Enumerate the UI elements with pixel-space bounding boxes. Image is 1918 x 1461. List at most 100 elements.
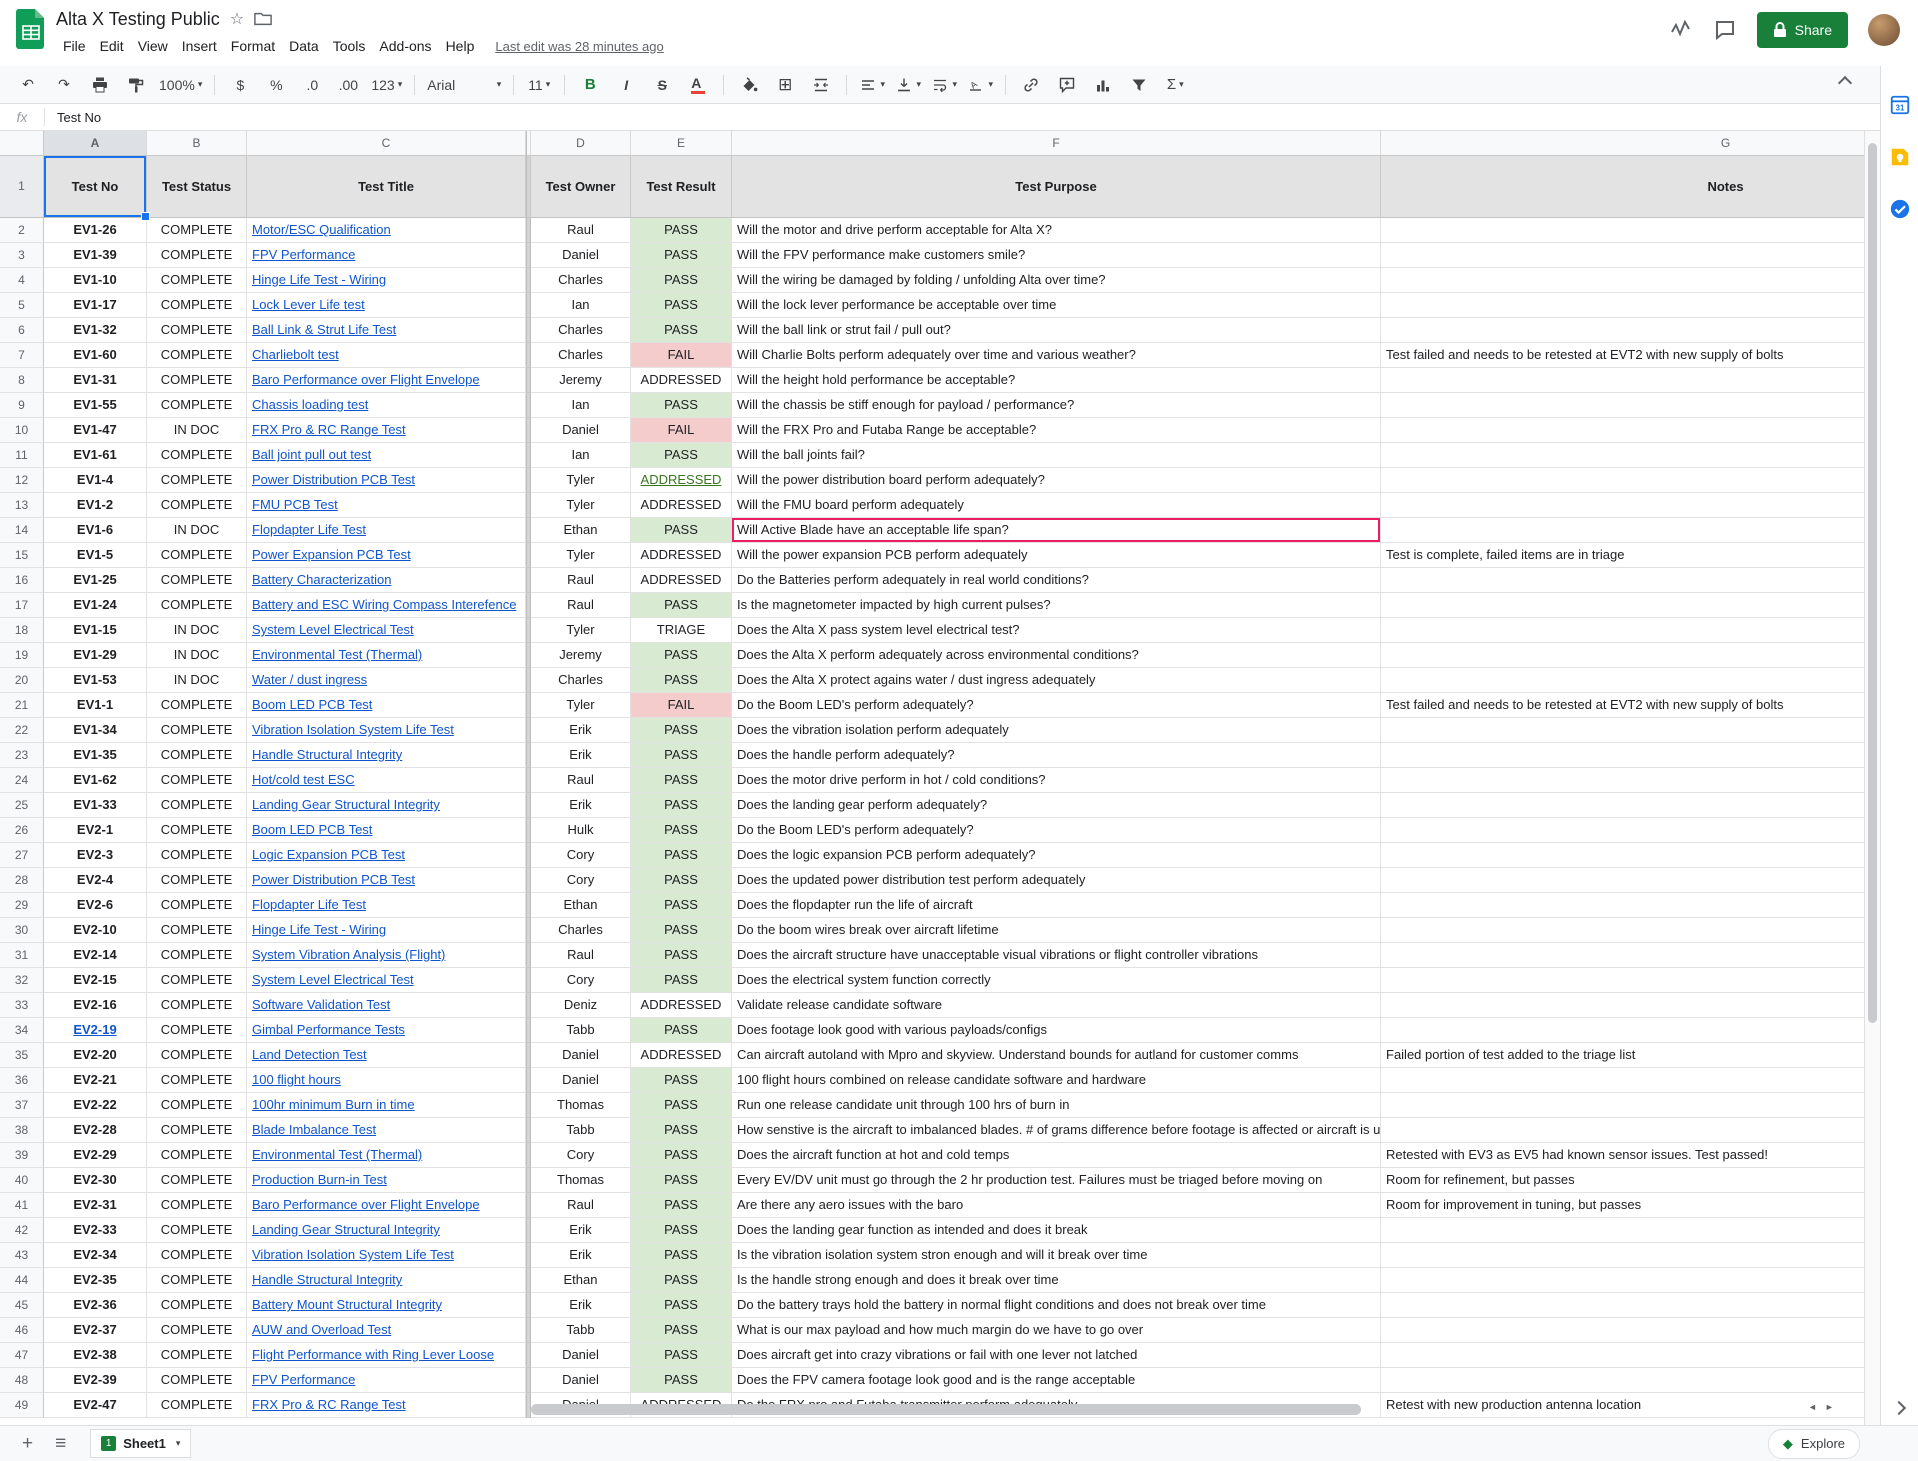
cell-test-result[interactable]: PASS <box>631 818 732 843</box>
cell-test-result[interactable]: PASS <box>631 1143 732 1168</box>
cell-test-owner[interactable]: Tyler <box>531 493 631 518</box>
cell-test-title[interactable]: Logic Expansion PCB Test <box>247 843 526 868</box>
test-title-link[interactable]: Handle Structural Integrity <box>252 1272 402 1287</box>
menu-data[interactable]: Data <box>282 35 326 57</box>
cell-test-owner[interactable]: Daniel <box>531 1068 631 1093</box>
test-title-link[interactable]: Motor/ESC Qualification <box>252 222 391 237</box>
cell-test-result[interactable]: PASS <box>631 1193 732 1218</box>
row-number[interactable]: 23 <box>0 743 44 768</box>
col-header-e[interactable]: E <box>631 131 732 156</box>
cell-test-status[interactable]: COMPLETE <box>147 368 247 393</box>
test-title-link[interactable]: 100hr minimum Burn in time <box>252 1097 415 1112</box>
menu-insert[interactable]: Insert <box>175 35 224 57</box>
sheets-logo-icon[interactable] <box>16 9 46 54</box>
cell-test-title[interactable]: Water / dust ingress <box>247 668 526 693</box>
insert-chart-button[interactable] <box>1086 72 1120 98</box>
borders-button[interactable]: ⊞ <box>768 72 802 98</box>
cell-test-result[interactable]: PASS <box>631 268 732 293</box>
cell-notes[interactable]: Retested with EV3 as EV5 had known senso… <box>1381 1143 1864 1168</box>
cell-test-title[interactable]: Landing Gear Structural Integrity <box>247 793 526 818</box>
cell-test-result[interactable]: PASS <box>631 243 732 268</box>
cell-test-result[interactable]: PASS <box>631 1293 732 1318</box>
test-title-link[interactable]: Charliebolt test <box>252 347 339 362</box>
cell-test-status[interactable]: COMPLETE <box>147 1168 247 1193</box>
test-title-link[interactable]: FRX Pro & RC Range Test <box>252 1397 406 1412</box>
test-title-link[interactable]: Boom LED PCB Test <box>252 822 372 837</box>
cell-test-status[interactable]: COMPLETE <box>147 243 247 268</box>
cell-test-title[interactable]: Chassis loading test <box>247 393 526 418</box>
cell-test-owner[interactable]: Tyler <box>531 693 631 718</box>
cell-notes[interactable] <box>1381 468 1864 493</box>
horizontal-scrollbar-thumb[interactable] <box>531 1404 1361 1415</box>
cell-test-title[interactable]: Baro Performance over Flight Envelope <box>247 368 526 393</box>
row-number[interactable]: 38 <box>0 1118 44 1143</box>
row-number[interactable]: 27 <box>0 843 44 868</box>
test-title-link[interactable]: Water / dust ingress <box>252 672 367 687</box>
insert-comment-button[interactable] <box>1050 72 1084 98</box>
cell-test-status[interactable]: COMPLETE <box>147 793 247 818</box>
cell-test-no[interactable]: EV2-20 <box>44 1043 147 1068</box>
cell-test-no[interactable]: EV2-36 <box>44 1293 147 1318</box>
cell-test-purpose[interactable]: Will the power expansion PCB perform ade… <box>732 543 1381 568</box>
scroll-left-button[interactable]: ◄ <box>1808 1402 1817 1412</box>
cell-test-owner[interactable]: Jeremy <box>531 643 631 668</box>
cell-test-status[interactable]: COMPLETE <box>147 343 247 368</box>
cell-test-owner[interactable]: Erik <box>531 1218 631 1243</box>
cell-test-title[interactable]: Flopdapter Life Test <box>247 518 526 543</box>
test-title-link[interactable]: AUW and Overload Test <box>252 1322 391 1337</box>
cell-test-owner[interactable]: Jeremy <box>531 368 631 393</box>
cell-test-title[interactable]: FRX Pro & RC Range Test <box>247 1393 526 1418</box>
cell-test-no[interactable]: EV2-4 <box>44 868 147 893</box>
cell-notes[interactable] <box>1381 243 1864 268</box>
format-currency-button[interactable]: $ <box>223 72 257 98</box>
vertical-align-select[interactable]: ▾ <box>891 72 925 98</box>
cell-test-no[interactable]: EV1-24 <box>44 593 147 618</box>
row-number[interactable]: 6 <box>0 318 44 343</box>
row-number[interactable]: 42 <box>0 1218 44 1243</box>
cell-test-purpose[interactable]: How senstive is the aircraft to imbalanc… <box>732 1118 1381 1143</box>
cell-test-purpose[interactable]: What is our max payload and how much mar… <box>732 1318 1381 1343</box>
row-number[interactable]: 21 <box>0 693 44 718</box>
cell-test-purpose[interactable]: Are there any aero issues with the baro <box>732 1193 1381 1218</box>
cell-test-no[interactable]: EV2-28 <box>44 1118 147 1143</box>
cell-test-no[interactable]: EV2-29 <box>44 1143 147 1168</box>
cell-test-title[interactable]: System Vibration Analysis (Flight) <box>247 943 526 968</box>
cell-test-title[interactable]: Production Burn-in Test <box>247 1168 526 1193</box>
cell-notes[interactable] <box>1381 393 1864 418</box>
test-title-link[interactable]: Lock Lever Life test <box>252 297 365 312</box>
cell-test-purpose[interactable]: Do the Batteries perform adequately in r… <box>732 568 1381 593</box>
cell-notes[interactable] <box>1381 518 1864 543</box>
horizontal-scrollbar[interactable] <box>531 1404 1801 1416</box>
cell-test-title[interactable]: 100hr minimum Burn in time <box>247 1093 526 1118</box>
cell-notes[interactable] <box>1381 1018 1864 1043</box>
row-number[interactable]: 32 <box>0 968 44 993</box>
cell-notes[interactable] <box>1381 768 1864 793</box>
cell-test-status[interactable]: IN DOC <box>147 418 247 443</box>
cell-notes[interactable]: Test failed and needs to be retested at … <box>1381 693 1864 718</box>
cell-test-status[interactable]: COMPLETE <box>147 743 247 768</box>
text-color-button[interactable]: A <box>681 72 715 98</box>
cell-notes[interactable] <box>1381 868 1864 893</box>
col-header-b[interactable]: B <box>147 131 247 156</box>
cell-test-status[interactable]: COMPLETE <box>147 943 247 968</box>
cell-test-purpose[interactable]: Does the logic expansion PCB perform ade… <box>732 843 1381 868</box>
cell-test-title[interactable]: Power Distribution PCB Test <box>247 868 526 893</box>
cell-test-owner[interactable]: Hulk <box>531 818 631 843</box>
cell-notes[interactable] <box>1381 918 1864 943</box>
cell-test-status[interactable]: COMPLETE <box>147 993 247 1018</box>
cell-test-status[interactable]: COMPLETE <box>147 218 247 243</box>
cell-test-owner[interactable]: Daniel <box>531 1043 631 1068</box>
cell-test-no[interactable]: EV1-31 <box>44 368 147 393</box>
cell-test-title[interactable]: AUW and Overload Test <box>247 1318 526 1343</box>
cell-test-owner[interactable]: Daniel <box>531 418 631 443</box>
cell-test-status[interactable]: COMPLETE <box>147 268 247 293</box>
font-size-select[interactable]: 11 ▾ <box>522 72 556 98</box>
cell-test-purpose[interactable]: Do the Boom LED's perform adequately? <box>732 693 1381 718</box>
cell-test-purpose[interactable]: Every EV/DV unit must go through the 2 h… <box>732 1168 1381 1193</box>
row-number[interactable]: 24 <box>0 768 44 793</box>
cell-test-title[interactable]: Gimbal Performance Tests <box>247 1018 526 1043</box>
test-title-link[interactable]: 100 flight hours <box>252 1072 341 1087</box>
cell-test-owner[interactable]: Raul <box>531 593 631 618</box>
cell-test-purpose[interactable]: Validate release candidate software <box>732 993 1381 1018</box>
row-number[interactable]: 2 <box>0 218 44 243</box>
